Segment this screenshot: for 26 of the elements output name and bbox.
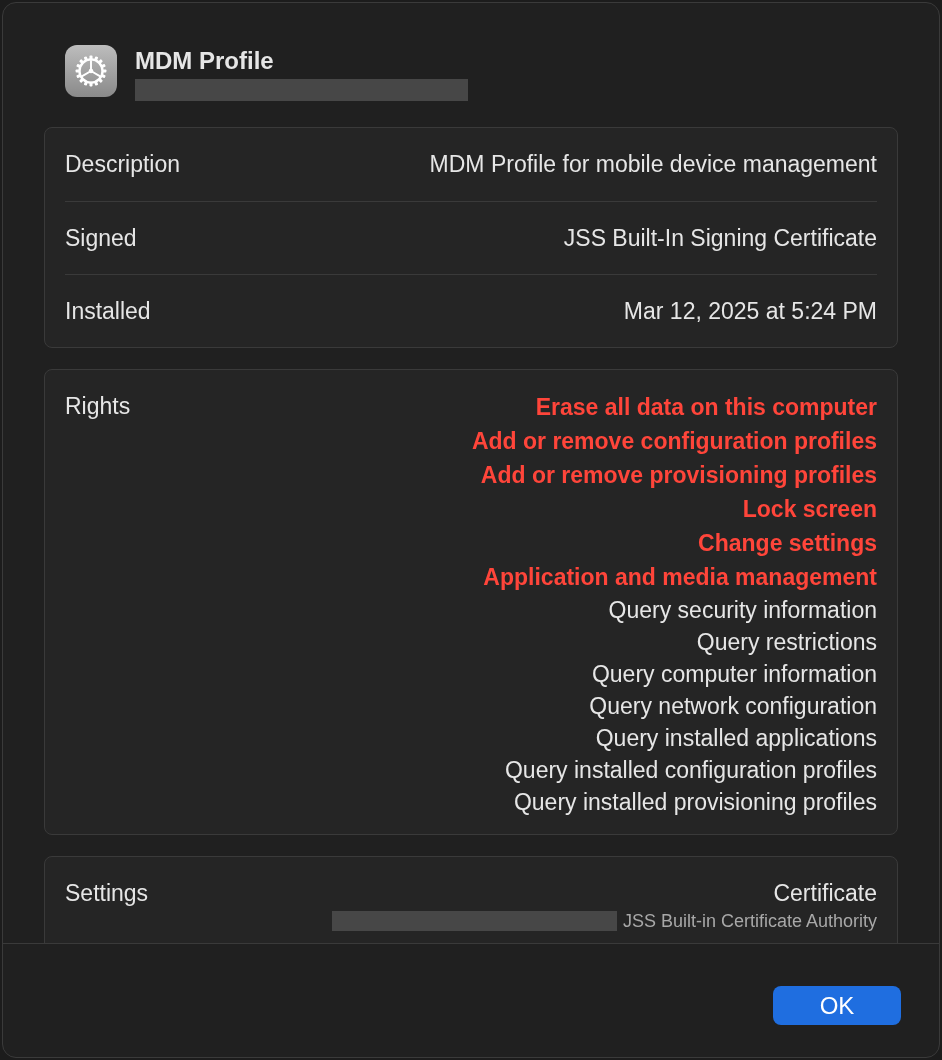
rights-label: Rights [65,392,131,421]
right-item: Query restrictions [696,628,877,657]
right-item: Application and media management [483,563,877,592]
detail-label: Description [65,150,181,180]
right-item: Query installed provisioning profiles [513,788,877,817]
right-item: Erase all data on this computer [535,393,877,422]
detail-label: Installed [65,296,151,326]
right-item: Add or remove provisioning profiles [480,461,877,490]
detail-value: Mar 12, 2025 at 5:24 PM [623,296,877,326]
right-item: Query security information [608,596,877,625]
certificate-title: Certificate [773,879,877,908]
right-item: Query computer information [591,660,877,689]
right-item: Lock screen [742,495,877,524]
profile-title: MDM Profile [135,46,275,76]
right-item: Query installed applications [595,724,877,753]
detail-value: JSS Built-In Signing Certificate [563,223,877,253]
right-item: Query network configuration [589,692,877,721]
detail-label: Signed [65,223,137,253]
certificate-issuer: JSS Built-in Certificate Authority [622,910,877,933]
right-item: Query installed configuration profiles [504,756,877,785]
detail-value: MDM Profile for mobile device management [429,150,877,180]
settings-label: Settings [65,879,149,908]
gear-icon [65,45,117,97]
ok-button[interactable]: OK [773,986,901,1025]
right-item: Add or remove configuration profiles [471,427,877,456]
right-item: Change settings [698,529,877,558]
